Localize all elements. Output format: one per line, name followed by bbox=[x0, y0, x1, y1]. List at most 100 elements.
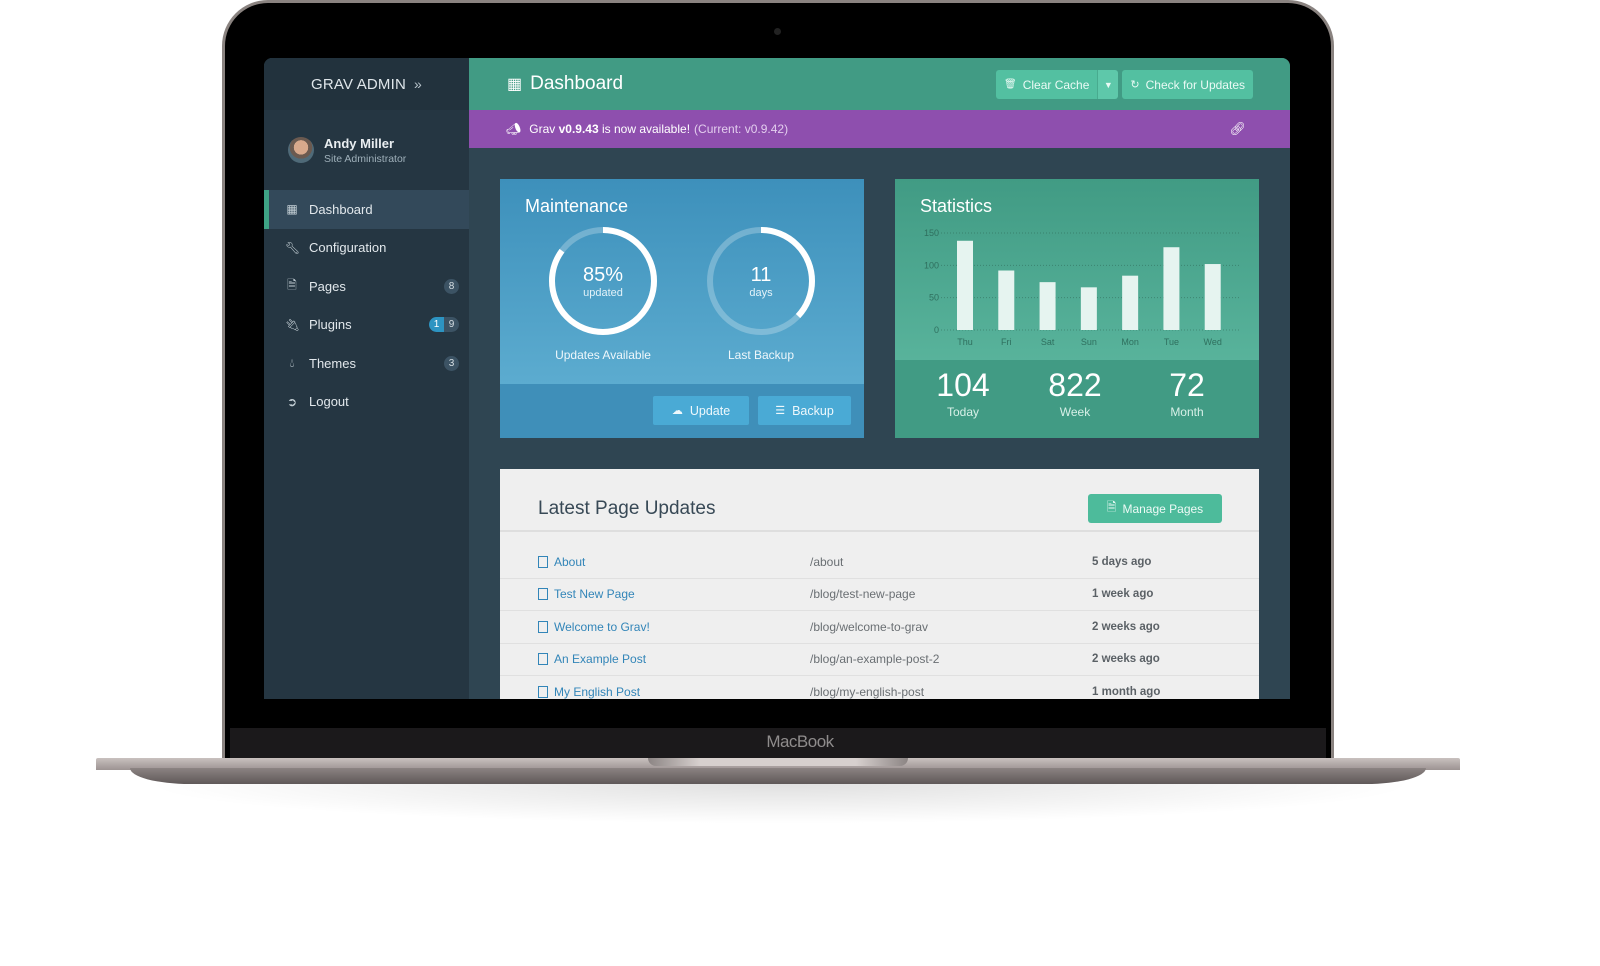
bar-fri bbox=[998, 270, 1015, 330]
clear-cache-label: Clear Cache bbox=[1022, 77, 1090, 92]
bar-sat bbox=[1039, 282, 1056, 330]
manage-pages-label: Manage Pages bbox=[1122, 501, 1204, 516]
macbook-mockup: MacBook GRAV ADMIN » Andy Miller Site Ad… bbox=[0, 0, 1600, 966]
backup-button[interactable]: ☰ Backup bbox=[758, 396, 851, 425]
clear-cache-button[interactable]: 🗑︎ Clear Cache bbox=[995, 70, 1098, 99]
table-row: About /about 5 days ago bbox=[500, 546, 1259, 579]
statistics-card: Statistics 0 50 100 150 Thu Fri Sat Sun Mon Tue We… bbox=[895, 179, 1259, 438]
refresh-icon: ↻ bbox=[1130, 79, 1140, 91]
page-link[interactable]: Welcome to Grav! bbox=[500, 620, 810, 634]
updates-label: Updates Available bbox=[555, 348, 651, 362]
page-link[interactable]: My English Post bbox=[500, 685, 810, 699]
x-tick-label: Tue bbox=[1164, 337, 1179, 347]
pages-count-badge: 8 bbox=[444, 278, 459, 294]
link-icon[interactable]: 🔗︎ bbox=[1229, 121, 1246, 137]
notice-prefix: Grav bbox=[529, 122, 556, 136]
x-tick-label: Thu bbox=[957, 337, 973, 347]
page-title-link[interactable]: Welcome to Grav! bbox=[554, 620, 650, 634]
user-name: Andy Miller bbox=[324, 135, 395, 151]
x-tick-label: Fri bbox=[1001, 337, 1012, 347]
double-chevron-right-icon[interactable]: » bbox=[414, 76, 422, 92]
stat-today-value: 104 bbox=[936, 367, 990, 403]
page-link[interactable]: Test New Page bbox=[500, 587, 810, 601]
x-tick-label: Wed bbox=[1204, 337, 1222, 347]
latest-pages-header: Latest Page Updates 🗎︎ Manage Pages bbox=[500, 469, 1259, 532]
y-tick-label: 150 bbox=[924, 228, 939, 238]
page-title-link[interactable]: Test New Page bbox=[554, 587, 635, 601]
clear-cache-dropdown-toggle[interactable]: ▼ bbox=[1097, 70, 1119, 99]
table-row: Test New Page /blog/test-new-page 1 week… bbox=[500, 579, 1259, 611]
device-shadow bbox=[140, 784, 1420, 824]
update-button[interactable]: ☁ Update bbox=[653, 396, 749, 425]
sidebar-item-label: Logout bbox=[309, 394, 349, 410]
manage-pages-button[interactable]: 🗎︎ Manage Pages bbox=[1088, 494, 1222, 523]
bar-sun bbox=[1080, 287, 1097, 330]
laptop-notch bbox=[648, 758, 908, 766]
sidebar-nav: ▦ Dashboard 🔧︎ Configuration 🗎︎ Pages 8 … bbox=[264, 190, 469, 421]
sidebar-item-label: Plugins bbox=[309, 317, 352, 333]
page-title-text: Dashboard bbox=[530, 73, 624, 94]
updates-percent: 85% bbox=[582, 264, 624, 286]
brand[interactable]: GRAV ADMIN » bbox=[264, 58, 469, 110]
x-tick-label: Sun bbox=[1081, 337, 1097, 347]
notice-version: v0.9.43 bbox=[558, 122, 599, 136]
statistics-chart: 0 50 100 150 Thu Fri Sat Sun Mon Tue Wed bbox=[924, 228, 1240, 347]
avatar bbox=[288, 137, 314, 163]
wrench-icon: 🔧︎ bbox=[285, 240, 301, 255]
user-profile[interactable]: Andy Miller Site Administrator bbox=[264, 110, 469, 190]
themes-count-badge: 3 bbox=[444, 355, 459, 371]
page-link[interactable]: About bbox=[500, 555, 810, 569]
page-link[interactable]: An Example Post bbox=[500, 652, 810, 666]
x-tick-label: Mon bbox=[1121, 337, 1139, 347]
stat-month-label: Month bbox=[1170, 405, 1204, 419]
stat-week-value: 822 bbox=[1048, 367, 1102, 403]
grid-icon: ▦ bbox=[286, 202, 298, 217]
table-row: My English Post /blog/my-english-post 1 … bbox=[500, 676, 1259, 699]
updates-sub: updated bbox=[583, 287, 623, 299]
sign-out-icon: ➲ bbox=[286, 394, 298, 409]
check-updates-label: Check for Updates bbox=[1145, 77, 1245, 92]
latest-pages-card: Latest Page Updates 🗎︎ Manage Pages Abou… bbox=[500, 469, 1259, 699]
y-tick-label: 50 bbox=[929, 293, 939, 303]
maintenance-card: Maintenance 85% updated Updates Availabl… bbox=[500, 179, 864, 438]
device-label: MacBook bbox=[766, 732, 834, 751]
user-role: Site Administrator bbox=[324, 152, 407, 165]
bar-wed bbox=[1204, 264, 1221, 330]
page-title-link[interactable]: My English Post bbox=[554, 685, 640, 699]
y-tick-label: 0 bbox=[934, 325, 939, 335]
backup-sub: days bbox=[749, 287, 773, 299]
bar-tue bbox=[1163, 247, 1180, 330]
page-route: /about bbox=[810, 554, 844, 569]
sidebar-item-dashboard[interactable]: ▦ Dashboard bbox=[264, 190, 469, 229]
page-route: /blog/an-example-post-2 bbox=[810, 652, 940, 667]
brand-title: GRAV ADMIN bbox=[310, 75, 407, 93]
sidebar-item-themes[interactable]: 💧︎ Themes 3 bbox=[264, 344, 469, 383]
bullhorn-icon: 📣︎ bbox=[506, 122, 522, 136]
backup-days: 11 bbox=[750, 264, 772, 286]
sidebar-item-configuration[interactable]: 🔧︎ Configuration bbox=[264, 229, 469, 268]
backup-label: Last Backup bbox=[727, 348, 795, 362]
page-modified: 1 month ago bbox=[1092, 685, 1161, 698]
page-title-link[interactable]: An Example Post bbox=[554, 652, 646, 666]
page-modified: 1 week ago bbox=[1092, 588, 1154, 601]
file-icon bbox=[538, 588, 548, 601]
stat-month-value: 72 bbox=[1169, 367, 1205, 403]
check-updates-button[interactable]: ↻ Check for Updates bbox=[1122, 70, 1253, 99]
backup-button-label: Backup bbox=[792, 403, 834, 418]
page-title: ▦ Dashboard bbox=[507, 73, 623, 95]
update-button-label: Update bbox=[689, 403, 731, 418]
page-title-link[interactable]: About bbox=[554, 555, 585, 569]
main-content: ▦ Dashboard 🗑︎ Clear Cache ▼ ↻ Check for… bbox=[469, 58, 1290, 699]
sidebar-item-logout[interactable]: ➲ Logout bbox=[264, 383, 469, 422]
sidebar-item-plugins[interactable]: 🔌︎ Plugins 1 9 bbox=[264, 306, 469, 345]
plugins-count-badge: 9 bbox=[444, 317, 459, 333]
page-route: /blog/welcome-to-grav bbox=[810, 619, 929, 634]
grid-icon: ▦ bbox=[507, 76, 523, 93]
page-route: /blog/test-new-page bbox=[810, 587, 916, 602]
page-modified: 2 weeks ago bbox=[1092, 653, 1160, 666]
notice-current-version: (Current: v0.9.42) bbox=[694, 122, 789, 136]
file-icon: 🗎︎ bbox=[1106, 500, 1117, 514]
sidebar-item-pages[interactable]: 🗎︎ Pages 8 bbox=[264, 267, 469, 306]
camera-icon bbox=[774, 28, 781, 35]
cloud-download-icon: ☁ bbox=[671, 405, 683, 417]
